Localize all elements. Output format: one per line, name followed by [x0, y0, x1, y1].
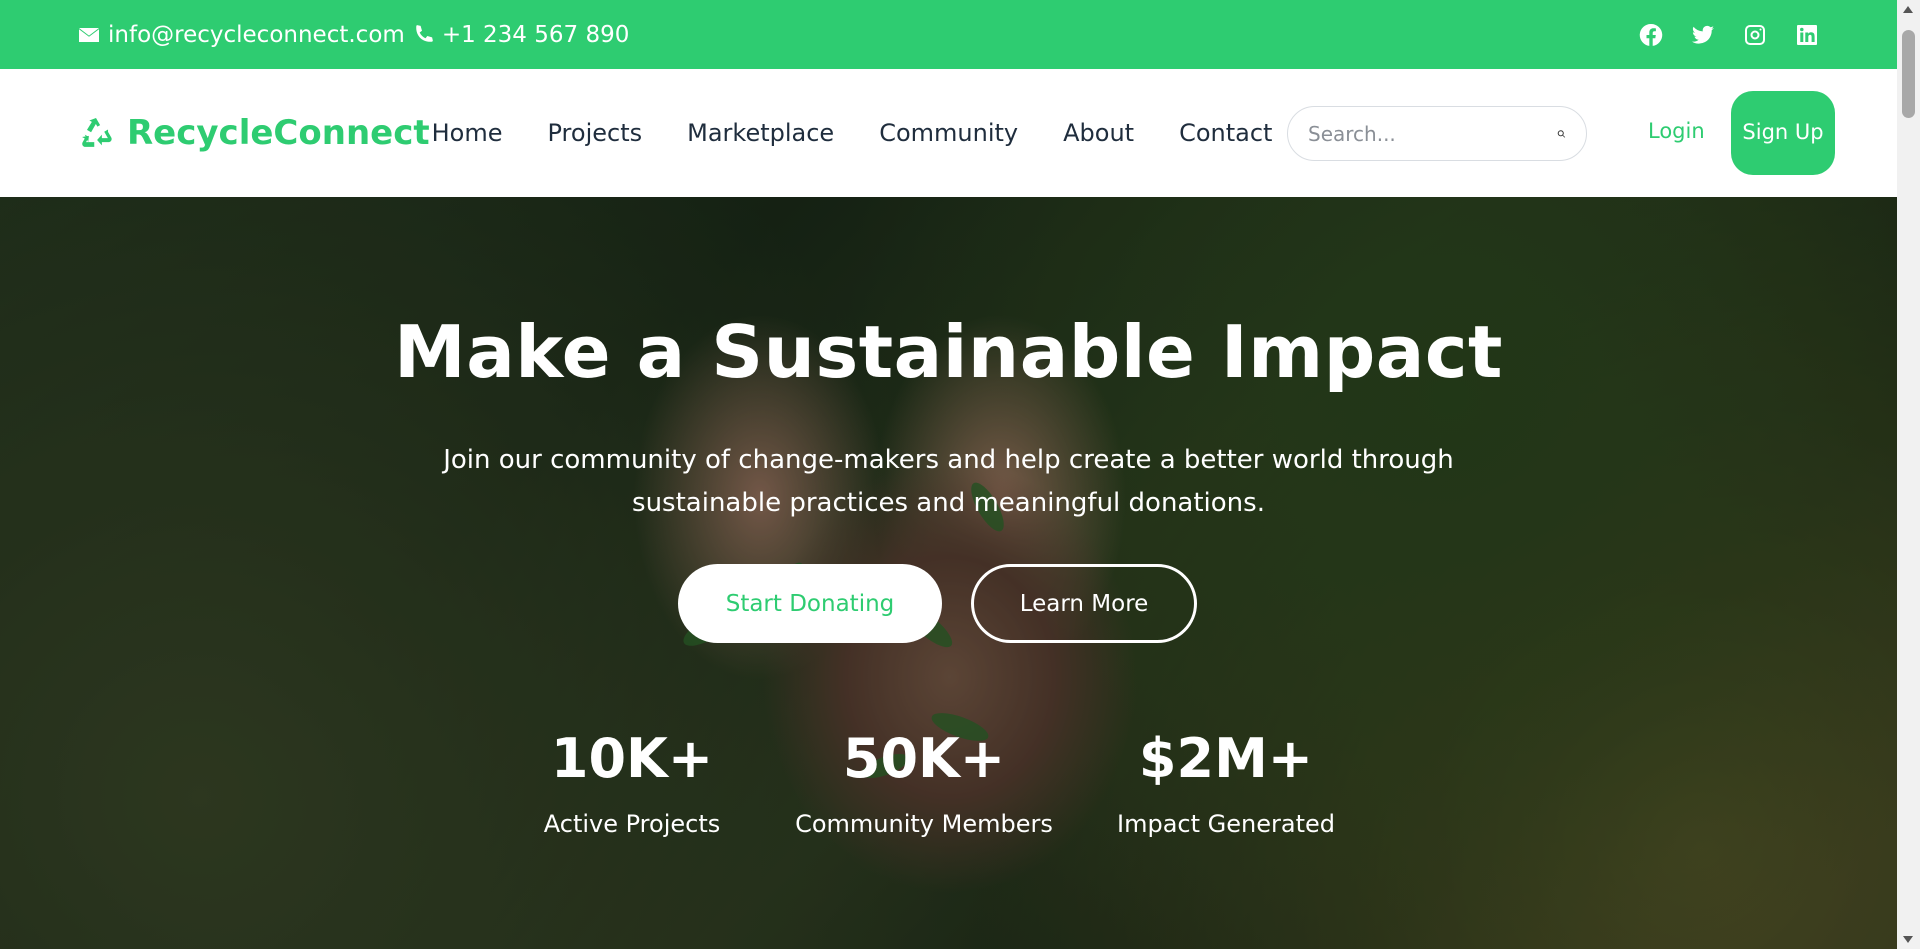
phone-link[interactable]: +1 234 567 890 — [411, 21, 630, 48]
linkedin-link[interactable] — [1794, 22, 1820, 48]
search-input[interactable] — [1308, 121, 1557, 146]
nav-marketplace[interactable]: Marketplace — [687, 119, 834, 147]
scrollbar-thumb[interactable] — [1902, 30, 1915, 118]
navbar: RecycleConnect Home Projects Marketplace… — [0, 69, 1897, 197]
search-box — [1287, 106, 1587, 161]
twitter-icon — [1692, 25, 1714, 44]
contact-info: info@recycleconnect.com +1 234 567 890 — [77, 22, 629, 48]
signup-button[interactable]: Sign Up — [1731, 91, 1835, 175]
login-link[interactable]: Login — [1648, 119, 1705, 143]
stat-label: Impact Generated — [1117, 810, 1335, 838]
nav-projects[interactable]: Projects — [548, 119, 643, 147]
brand-logo[interactable]: RecycleConnect — [77, 113, 430, 153]
scroll-up-arrow-icon[interactable] — [1903, 6, 1913, 13]
email-link[interactable]: info@recycleconnect.com — [77, 22, 405, 48]
hero-section: Make a Sustainable Impact Join our commu… — [0, 197, 1897, 949]
stat-value: 50K+ — [842, 727, 1006, 790]
top-bar: info@recycleconnect.com +1 234 567 890 — [0, 0, 1897, 69]
page: info@recycleconnect.com +1 234 567 890 R… — [0, 0, 1897, 949]
stat-value: $2M+ — [1138, 727, 1314, 790]
hero-title: Make a Sustainable Impact — [394, 310, 1503, 394]
hero-subtitle: Join our community of change-makers and … — [443, 445, 1454, 518]
phone-icon — [416, 24, 433, 42]
start-donating-button[interactable]: Start Donating — [678, 564, 942, 643]
instagram-icon — [1745, 24, 1765, 45]
phone-text: +1 234 567 890 — [441, 21, 630, 48]
instagram-link[interactable] — [1742, 22, 1768, 48]
email-text: info@recycleconnect.com — [108, 21, 405, 48]
brand-name: RecycleConnect — [127, 113, 430, 153]
nav-contact[interactable]: Contact — [1179, 119, 1272, 147]
search-icon[interactable] — [1557, 122, 1566, 146]
twitter-link[interactable] — [1690, 22, 1716, 48]
social-links — [1638, 22, 1820, 48]
nav-home[interactable]: Home — [432, 119, 503, 147]
stat-value: 10K+ — [550, 727, 714, 790]
nav-community[interactable]: Community — [879, 119, 1018, 147]
scroll-down-arrow-icon[interactable] — [1903, 936, 1913, 943]
facebook-link[interactable] — [1638, 22, 1664, 48]
stat-community-members: 50K+ Community Members — [784, 727, 1064, 838]
stat-impact-generated: $2M+ Impact Generated — [1086, 727, 1366, 838]
stat-label: Active Projects — [543, 810, 721, 838]
learn-more-button[interactable]: Learn More — [971, 564, 1197, 643]
facebook-icon — [1639, 23, 1663, 46]
recycle-icon — [82, 117, 112, 147]
envelope-icon — [79, 27, 99, 42]
main-nav: Home Projects Marketplace Community Abou… — [432, 119, 1273, 147]
linkedin-icon — [1797, 24, 1817, 45]
nav-about[interactable]: About — [1063, 119, 1134, 147]
page-scrollbar[interactable] — [1897, 0, 1920, 949]
stat-label: Community Members — [795, 810, 1053, 838]
stat-active-projects: 10K+ Active Projects — [492, 727, 772, 838]
